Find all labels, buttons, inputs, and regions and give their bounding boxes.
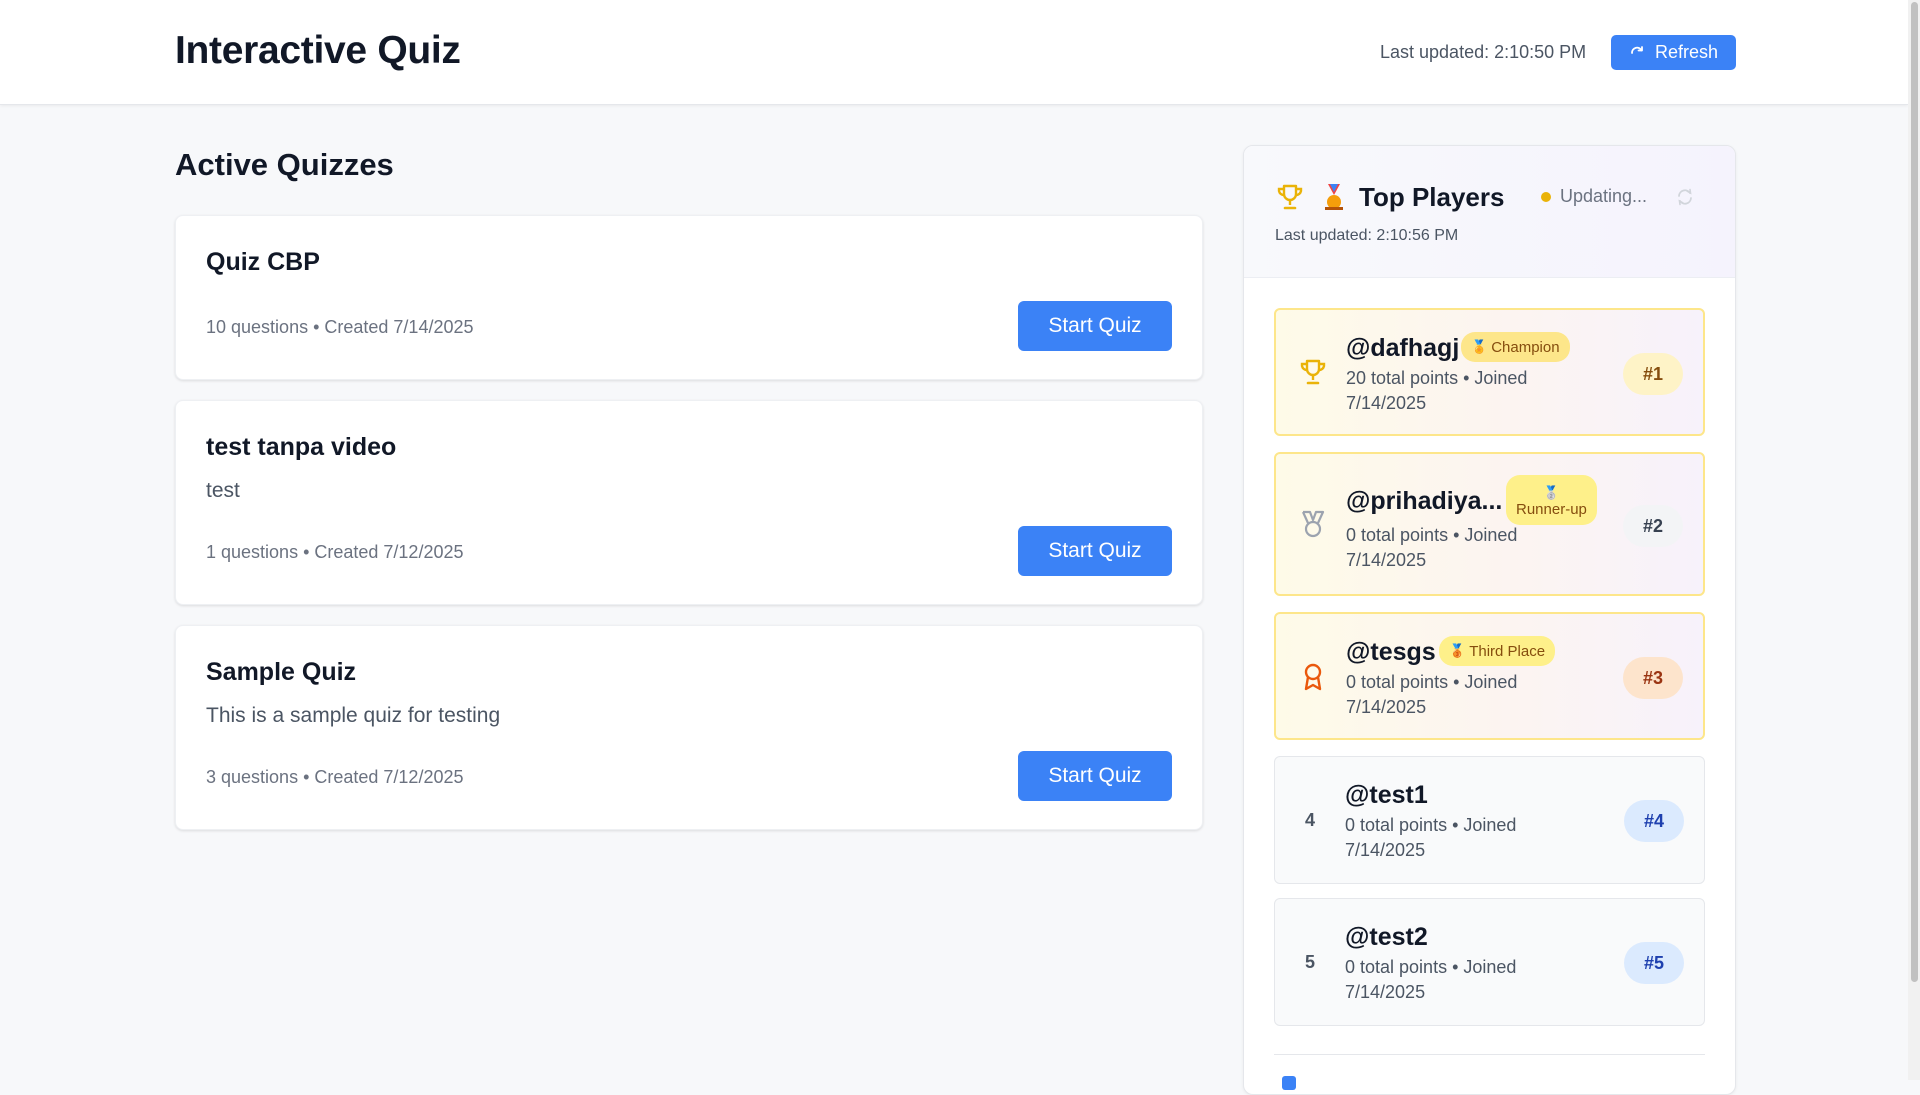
leaderboard-header: Top Players Updating... Last updated: 2:… [1244, 146, 1735, 278]
section-title: Active Quizzes [175, 147, 394, 182]
start-quiz-button[interactable]: Start Quiz [1018, 751, 1172, 801]
rank-pill: #1 [1623, 353, 1683, 395]
badge-label: Champion [1491, 338, 1560, 356]
third-place-badge: 🥉 Third Place [1439, 636, 1556, 666]
player-name: @test1 [1345, 781, 1428, 809]
player-info: 0 total points • Joined 7/14/2025 [1345, 957, 1517, 1002]
quiz-description: This is a sample quiz for testing [206, 704, 501, 727]
medal-icon [1301, 510, 1325, 538]
top-bar: Interactive Quiz Last updated: 2:10:50 P… [0, 0, 1908, 105]
player-info: 0 total points • Joined 7/14/2025 [1346, 525, 1518, 570]
player-row[interactable]: @prihadiya... 🥈 Runner-up 0 total points… [1274, 452, 1705, 596]
scrollbar-thumb[interactable] [1911, 2, 1918, 982]
medal-icon: 🏅 [1471, 339, 1488, 354]
start-quiz-button[interactable]: Start Quiz [1018, 301, 1172, 351]
trophy-icon [1300, 359, 1326, 385]
header-last-updated: Last updated: 2:10:50 PM [1380, 42, 1587, 62]
medal-icon: 🥈 [1543, 484, 1560, 500]
player-row[interactable]: 5 @test2 0 total points • Joined 7/14/20… [1274, 898, 1705, 1026]
rank-pill: #4 [1624, 800, 1684, 842]
leaderboard-title: Top Players [1359, 182, 1505, 212]
runner-up-badge: 🥈 Runner-up [1506, 475, 1597, 525]
leaderboard-panel: Top Players Updating... Last updated: 2:… [1243, 145, 1736, 1095]
player-info: 0 total points • Joined 7/14/2025 [1345, 815, 1517, 860]
quiz-card: Quiz CBP 10 questions • Created 7/14/202… [175, 215, 1203, 380]
quiz-description: test [206, 479, 240, 502]
quiz-meta: 1 questions • Created 7/12/2025 [206, 542, 464, 562]
quiz-title: test tanpa video [206, 433, 397, 461]
player-name: @prihadiya... [1346, 487, 1503, 515]
rank-pill: #5 [1624, 942, 1684, 984]
champion-badge: 🏅 Champion [1461, 332, 1570, 362]
medal-icon: 🥉 [1449, 643, 1466, 658]
quiz-meta: 10 questions • Created 7/14/2025 [206, 317, 474, 337]
sync-icon[interactable] [1675, 187, 1695, 207]
refresh-label: Refresh [1654, 42, 1719, 62]
player-row[interactable]: @dafhagj 🏅 Champion 20 total points • Jo… [1274, 308, 1705, 436]
quiz-title: Quiz CBP [206, 248, 320, 276]
badge-label: Third Place [1469, 642, 1546, 660]
leaderboard-divider [1274, 1054, 1705, 1055]
player-row[interactable]: @tesgs 🥉 Third Place 0 total points • Jo… [1274, 612, 1705, 740]
medal-icon [1325, 184, 1343, 210]
start-quiz-button[interactable]: Start Quiz [1018, 526, 1172, 576]
quiz-card: Sample Quiz This is a sample quiz for te… [175, 625, 1203, 830]
award-icon [1304, 663, 1322, 691]
player-name: @tesgs [1346, 638, 1436, 666]
player-row[interactable]: 4 @test1 0 total points • Joined 7/14/20… [1274, 756, 1705, 884]
rank-pill: #2 [1623, 505, 1683, 547]
rank-number: 4 [1305, 810, 1316, 830]
player-info: 20 total points • Joined 7/14/2025 [1346, 368, 1528, 413]
badge-label: Runner-up [1516, 500, 1587, 518]
rank-number: 5 [1305, 952, 1316, 972]
auto-update-checkbox[interactable] [1282, 1076, 1296, 1090]
rank-pill: #3 [1623, 657, 1683, 699]
leaderboard-last-updated: Last updated: 2:10:56 PM [1275, 227, 1459, 244]
player-name: @dafhagj [1346, 334, 1460, 362]
trophy-icon [1277, 184, 1303, 210]
leaderboard-status: Updating... [1560, 186, 1648, 206]
refresh-button[interactable]: Refresh [1611, 35, 1736, 70]
quiz-meta: 3 questions • Created 7/12/2025 [206, 767, 464, 787]
status-dot [1541, 192, 1551, 202]
quiz-card: test tanpa video test 1 questions • Crea… [175, 400, 1203, 605]
app-title: Interactive Quiz [175, 29, 461, 72]
player-name: @test2 [1345, 923, 1428, 951]
player-info: 0 total points • Joined 7/14/2025 [1346, 672, 1518, 717]
refresh-icon [1631, 45, 1643, 54]
quiz-title: Sample Quiz [206, 658, 357, 686]
